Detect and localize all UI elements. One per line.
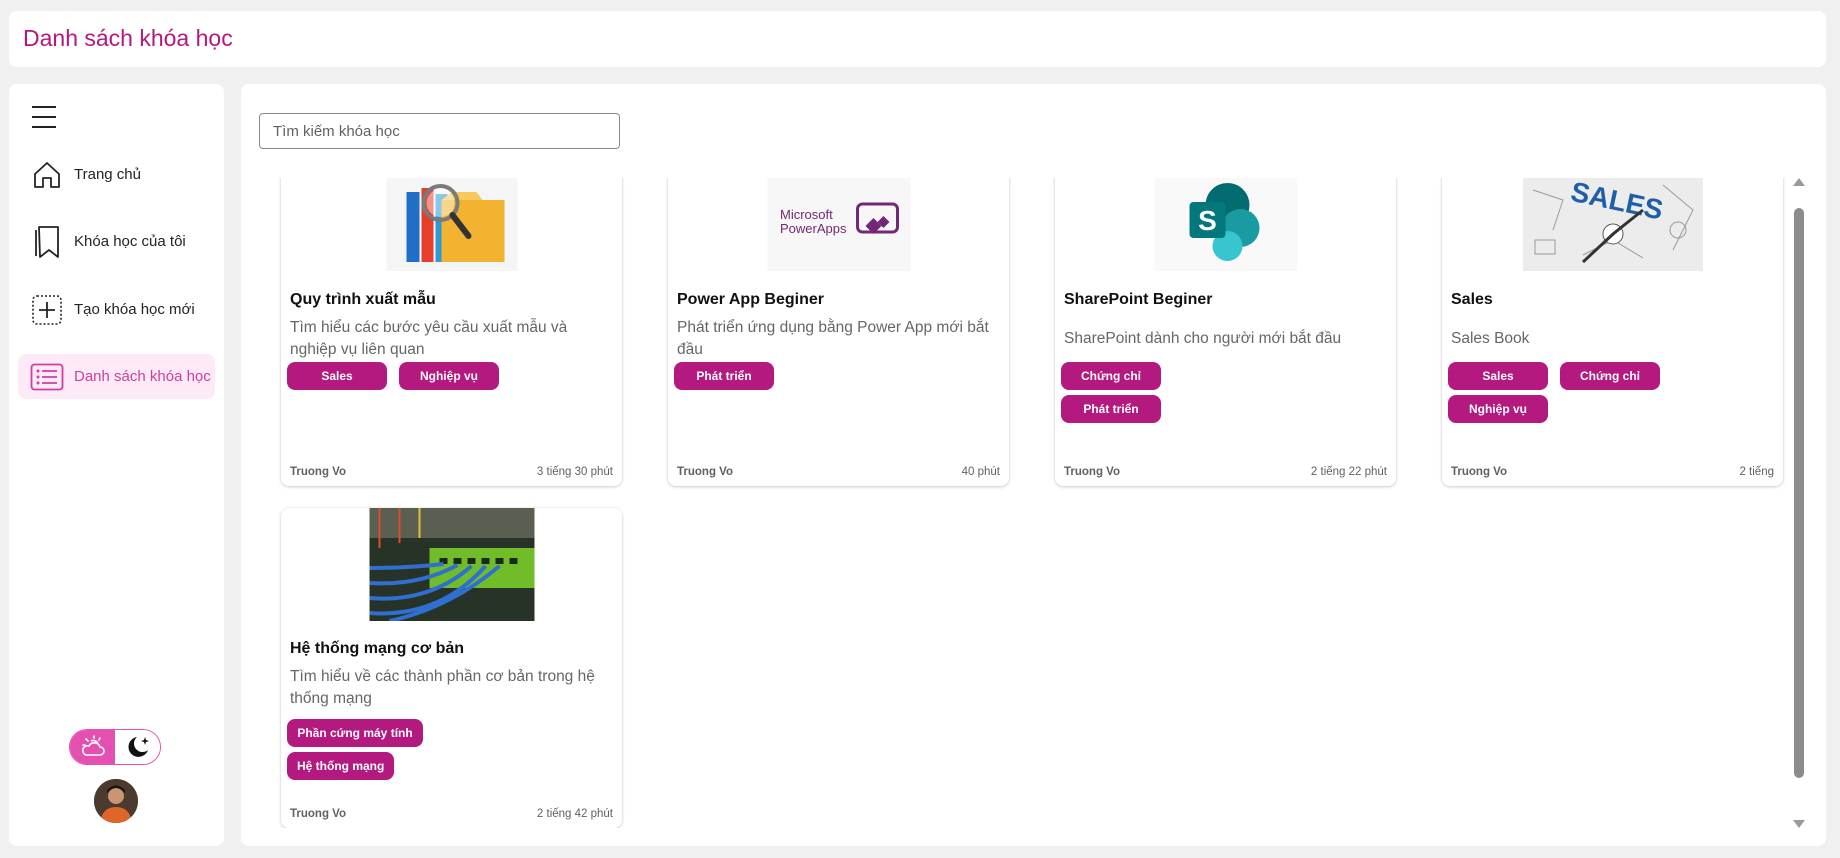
- weather-sun-icon[interactable]: [70, 730, 115, 764]
- course-grid: Quy trình xuất mẫu Tìm hiểu các bước yêu…: [241, 178, 1796, 828]
- course-thumbnail: [386, 178, 517, 271]
- course-duration: 2 tiếng 42 phút: [536, 808, 613, 820]
- sidebar-item-course-list[interactable]: Danh sách khóa học: [18, 354, 215, 399]
- course-title: Hệ thống mạng cơ bản: [290, 640, 465, 657]
- sidebar-item-home[interactable]: Trang chủ: [18, 152, 215, 197]
- course-description: Sales Book: [1451, 330, 1530, 347]
- bookmark-icon: [30, 225, 64, 259]
- course-card[interactable]: SALES Sales Sales Book Sales Chứng chỉ N…: [1442, 178, 1783, 486]
- sidebar: Trang chủ Khóa học của tôi Tạo khóa học …: [9, 84, 224, 846]
- tag-chip[interactable]: Sales: [1448, 362, 1548, 390]
- powerapps-logo-icon: [855, 202, 899, 234]
- course-thumbnail: [369, 508, 534, 621]
- powerapps-logo-text: Microsoft PowerApps: [780, 207, 847, 236]
- tag-chip[interactable]: Hệ thống mạng: [287, 752, 395, 780]
- course-tags: Sales Nghiệp vụ: [287, 362, 617, 390]
- course-description: SharePoint dành cho người mới bắt đầu: [1064, 330, 1342, 347]
- course-title: Quy trình xuất mẫu: [290, 291, 436, 308]
- tag-chip[interactable]: Chứng chỉ: [1560, 362, 1660, 390]
- sidebar-item-label: Tạo khóa học mới: [74, 301, 195, 318]
- search-input[interactable]: [259, 113, 620, 149]
- sidebar-item-label: Trang chủ: [74, 166, 141, 183]
- course-description: Tìm hiểu về các thành phần cơ bản trong …: [290, 668, 595, 707]
- sharepoint-logo-icon: S: [1189, 183, 1259, 261]
- tag-chip[interactable]: Sales: [287, 362, 387, 390]
- course-duration: 3 tiếng 30 phút: [536, 466, 613, 478]
- course-description: Tìm hiểu các bước yêu cầu xuất mẫu và ng…: [290, 319, 568, 358]
- course-thumbnail: Microsoft PowerApps: [767, 178, 910, 271]
- page-title: Danh sách khóa học: [23, 25, 233, 51]
- course-title: SharePoint Beginer: [1064, 291, 1213, 308]
- course-description: Phát triển ứng dụng bằng Power App mới b…: [677, 319, 989, 358]
- course-thumbnail: SALES: [1522, 178, 1703, 271]
- course-tags: Sales Chứng chỉ Nghiệp vụ: [1448, 362, 1778, 423]
- course-card[interactable]: Quy trình xuất mẫu Tìm hiểu các bước yêu…: [281, 178, 622, 486]
- tag-chip[interactable]: Nghiệp vụ: [399, 362, 499, 390]
- main-content: Quy trình xuất mẫu Tìm hiểu các bước yêu…: [241, 84, 1826, 846]
- course-duration: 40 phút: [961, 466, 1000, 478]
- course-author: Truong Vo: [677, 466, 734, 478]
- tag-chip[interactable]: Phát triển: [674, 362, 774, 390]
- course-author: Truong Vo: [290, 466, 347, 478]
- course-author: Truong Vo: [1064, 466, 1121, 478]
- course-card[interactable]: S SharePoint Beginer SharePoint dành cho…: [1055, 178, 1396, 486]
- vertical-scrollbar[interactable]: [1790, 178, 1808, 828]
- course-card[interactable]: Hệ thống mạng cơ bản Tìm hiểu về các thà…: [281, 508, 622, 828]
- sidebar-item-create-course[interactable]: Tạo khóa học mới: [18, 287, 215, 332]
- hamburger-menu-icon[interactable]: [29, 102, 59, 132]
- course-title: Power App Beginer: [677, 291, 824, 308]
- sidebar-item-label: Danh sách khóa học: [74, 368, 211, 385]
- course-tags: Chứng chỉ Phát triển: [1061, 362, 1391, 423]
- course-tags: Phát triển: [674, 362, 1004, 390]
- tag-chip[interactable]: Chứng chỉ: [1061, 362, 1161, 390]
- scrollbar-thumb[interactable]: [1794, 208, 1804, 778]
- sidebar-item-my-courses[interactable]: Khóa học của tôi: [18, 219, 215, 264]
- moon-sparkle-icon[interactable]: [115, 730, 160, 764]
- home-icon: [30, 158, 64, 192]
- course-thumbnail: S: [1154, 178, 1297, 271]
- tag-chip[interactable]: Phát triển: [1061, 395, 1161, 423]
- avatar[interactable]: [94, 779, 138, 823]
- scroll-up-arrow-icon[interactable]: [1793, 178, 1805, 186]
- course-author: Truong Vo: [290, 808, 347, 820]
- app-header: Danh sách khóa học: [9, 11, 1826, 67]
- tag-chip[interactable]: Phần cứng máy tính: [287, 719, 423, 747]
- theme-toggle[interactable]: [69, 729, 161, 765]
- add-icon: [30, 293, 64, 327]
- course-author: Truong Vo: [1451, 466, 1508, 478]
- svg-text:S: S: [1198, 205, 1217, 236]
- scroll-down-arrow-icon[interactable]: [1793, 820, 1805, 828]
- course-duration: 2 tiếng: [1739, 466, 1774, 478]
- course-title: Sales: [1451, 291, 1493, 308]
- course-duration: 2 tiếng 22 phút: [1310, 466, 1387, 478]
- list-icon: [30, 360, 64, 394]
- tag-chip[interactable]: Nghiệp vụ: [1448, 395, 1548, 423]
- course-card[interactable]: Microsoft PowerApps Power App Beginer Ph…: [668, 178, 1009, 486]
- course-tags: Phần cứng máy tính Hệ thống mạng: [287, 719, 617, 780]
- sidebar-item-label: Khóa học của tôi: [74, 233, 186, 250]
